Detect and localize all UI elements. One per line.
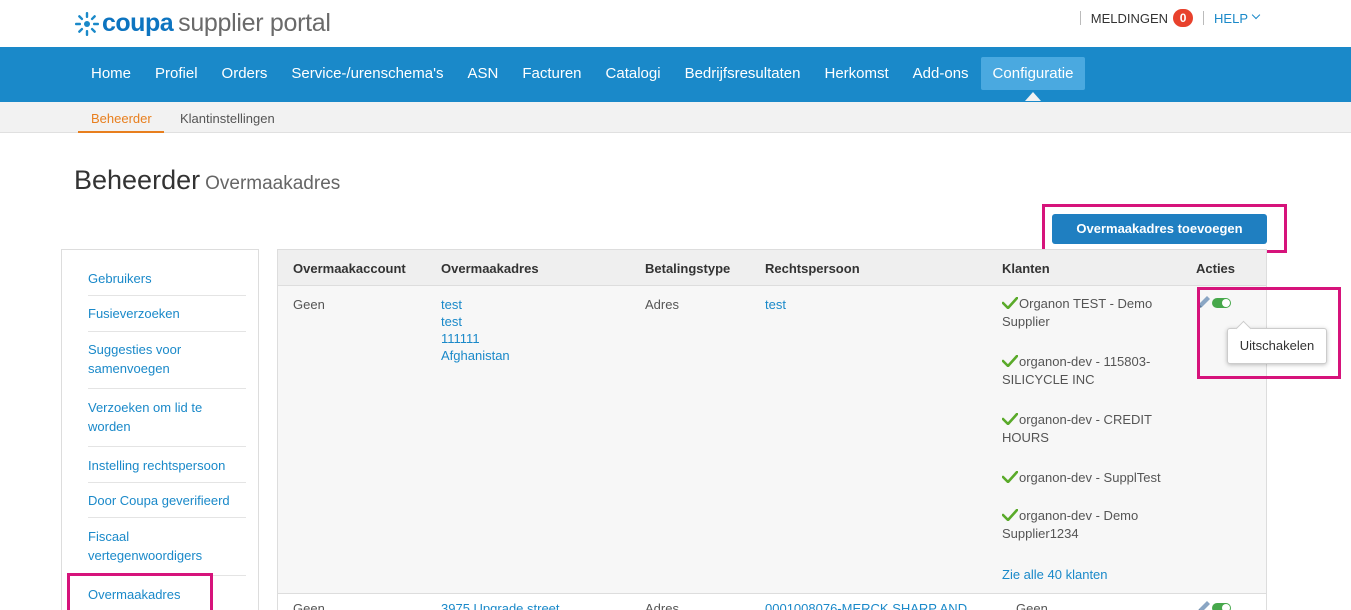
customer-name: Organon TEST - Demo Supplier — [1002, 296, 1153, 329]
nav-asn[interactable]: ASN — [455, 57, 510, 90]
customer-entry: Organon TEST - Demo Supplier — [1002, 295, 1172, 331]
top-right-links: MELDINGEN 0 HELP — [1070, 9, 1261, 27]
logo-product-text: supplier portal — [178, 9, 331, 37]
logo-brand-text: coupa — [102, 9, 174, 37]
cell-account: Geen — [293, 297, 325, 312]
active-tab-underline — [78, 131, 164, 133]
sub-navigation: Beheerder Klantinstellingen — [0, 102, 1351, 133]
customer-entry: organon-dev - CREDIT HOURS — [1002, 411, 1172, 447]
sidebar-item-verzoeken[interactable]: Verzoeken om lid te worden — [88, 398, 246, 436]
edit-pencil-icon[interactable] — [1195, 294, 1212, 311]
cell-address[interactable]: test test 111111 Afghanistan — [441, 296, 510, 364]
table-row: Geen 3975 Upgrade street Adres 000100807… — [278, 595, 1266, 610]
sidebar-item-gebruikers[interactable]: Gebruikers — [88, 269, 246, 288]
divider — [88, 575, 246, 576]
checkmark-icon — [1002, 509, 1018, 521]
notifications-link[interactable]: MELDINGEN — [1091, 11, 1168, 26]
add-remit-to-button[interactable]: Overmaakadres toevoegen — [1052, 214, 1267, 244]
divider — [1079, 11, 1081, 25]
top-bar: coupa supplier portal MELDINGEN 0 HELP — [0, 0, 1351, 47]
chevron-down-icon[interactable] — [1251, 10, 1261, 20]
enable-toggle[interactable] — [1212, 298, 1231, 308]
enable-toggle[interactable] — [1212, 603, 1231, 610]
cell-address[interactable]: 3975 Upgrade street — [441, 600, 560, 610]
divider — [1203, 11, 1205, 25]
nav-orders[interactable]: Orders — [210, 57, 280, 90]
subnav-beheerder[interactable]: Beheerder — [91, 111, 152, 126]
nav-add-ons[interactable]: Add-ons — [901, 57, 981, 90]
column-header-overmaakadres[interactable]: Overmaakadres — [441, 261, 539, 276]
address-line[interactable]: test — [441, 296, 510, 313]
notifications-count-badge[interactable]: 0 — [1173, 9, 1194, 27]
cell-customers: Geen — [1016, 601, 1048, 610]
customer-entry: organon-dev - SupplTest — [1002, 469, 1172, 487]
table-header: Overmaakaccount Overmaakadres Betalingst… — [278, 250, 1266, 286]
customer-name: organon-dev - 115803-SILICYCLE INC — [1002, 354, 1151, 387]
nav-profiel[interactable]: Profiel — [143, 57, 210, 90]
divider — [88, 331, 246, 332]
help-menu[interactable]: HELP — [1214, 11, 1248, 26]
main-navigation: Home Profiel Orders Service-/urenschema'… — [0, 47, 1351, 102]
nav-facturen[interactable]: Facturen — [510, 57, 593, 90]
address-line[interactable]: test — [441, 313, 510, 330]
sidebar-item-overmaakadres[interactable]: Overmaakadres — [88, 585, 246, 604]
column-header-klanten[interactable]: Klanten — [1002, 261, 1050, 276]
edit-pencil-icon[interactable] — [1195, 599, 1212, 610]
nav-catalogi[interactable]: Catalogi — [594, 57, 673, 90]
cell-payment-type: Adres — [645, 297, 679, 312]
divider — [88, 482, 246, 483]
cell-legal-entity[interactable]: test — [765, 296, 786, 313]
sidebar-item-suggesties[interactable]: Suggesties voor samenvoegen — [88, 340, 246, 378]
customer-entry: organon-dev - 115803-SILICYCLE INC — [1002, 353, 1172, 389]
divider — [88, 388, 246, 389]
cell-legal-entity[interactable]: 0001008076-MERCK SHARP AND — [765, 600, 967, 610]
nav-configuratie[interactable]: Configuratie — [980, 57, 1086, 101]
checkmark-icon — [1002, 355, 1018, 367]
address-line[interactable]: 111111 — [441, 330, 510, 347]
page-subtitle: Overmaakadres — [205, 173, 341, 194]
customer-entry: organon-dev - Demo Supplier1234 — [1002, 507, 1172, 543]
cell-account: Geen — [293, 601, 325, 610]
sidebar-item-fiscaal[interactable]: Fiscaal vertegenwoordigers — [88, 527, 246, 565]
checkmark-icon — [1002, 471, 1018, 483]
column-header-rechtspersoon[interactable]: Rechtspersoon — [765, 261, 860, 276]
coupa-star-icon — [75, 11, 99, 36]
disable-tooltip: Uitschakelen — [1227, 328, 1327, 364]
divider — [88, 295, 246, 296]
divider — [88, 517, 246, 518]
nav-home[interactable]: Home — [79, 57, 143, 90]
column-header-overmaakaccount[interactable]: Overmaakaccount — [293, 261, 406, 276]
nav-bedrijfsresultaten[interactable]: Bedrijfsresultaten — [673, 57, 813, 90]
checkmark-icon — [1002, 413, 1018, 425]
sidebar: Gebruikers Fusieverzoeken Suggesties voo… — [61, 249, 259, 610]
customer-name: organon-dev - CREDIT HOURS — [1002, 412, 1152, 445]
nav-service-urenschemas[interactable]: Service-/urenschema's — [279, 57, 455, 90]
page-title: Beheerder Overmaakadres — [74, 165, 340, 196]
nav-herkomst[interactable]: Herkomst — [812, 57, 900, 90]
column-header-betalingstype[interactable]: Betalingstype — [645, 261, 730, 276]
divider — [88, 446, 246, 447]
page-title-text: Beheerder — [74, 165, 201, 195]
customer-name: organon-dev - Demo Supplier1234 — [1002, 508, 1139, 541]
coupa-logo[interactable]: coupa supplier portal — [74, 9, 331, 38]
address-line[interactable]: Afghanistan — [441, 347, 510, 364]
remit-to-table: Overmaakaccount Overmaakadres Betalingst… — [277, 249, 1267, 610]
sidebar-item-coupa-geverifieerd[interactable]: Door Coupa geverifieerd — [88, 491, 246, 510]
table-row: Geen test test 111111 Afghanistan Adres … — [278, 286, 1266, 594]
cell-payment-type: Adres — [645, 601, 679, 610]
checkmark-icon — [1002, 297, 1018, 309]
sidebar-item-fusieverzoeken[interactable]: Fusieverzoeken — [88, 304, 246, 323]
subnav-klantinstellingen[interactable]: Klantinstellingen — [180, 111, 275, 126]
column-header-acties: Acties — [1196, 261, 1236, 276]
sidebar-item-instelling-rechtspersoon[interactable]: Instelling rechtspersoon — [88, 456, 246, 475]
see-all-customers-link[interactable]: Zie alle 40 klanten — [1002, 566, 1108, 583]
customer-name: organon-dev - SupplTest — [1019, 470, 1161, 485]
